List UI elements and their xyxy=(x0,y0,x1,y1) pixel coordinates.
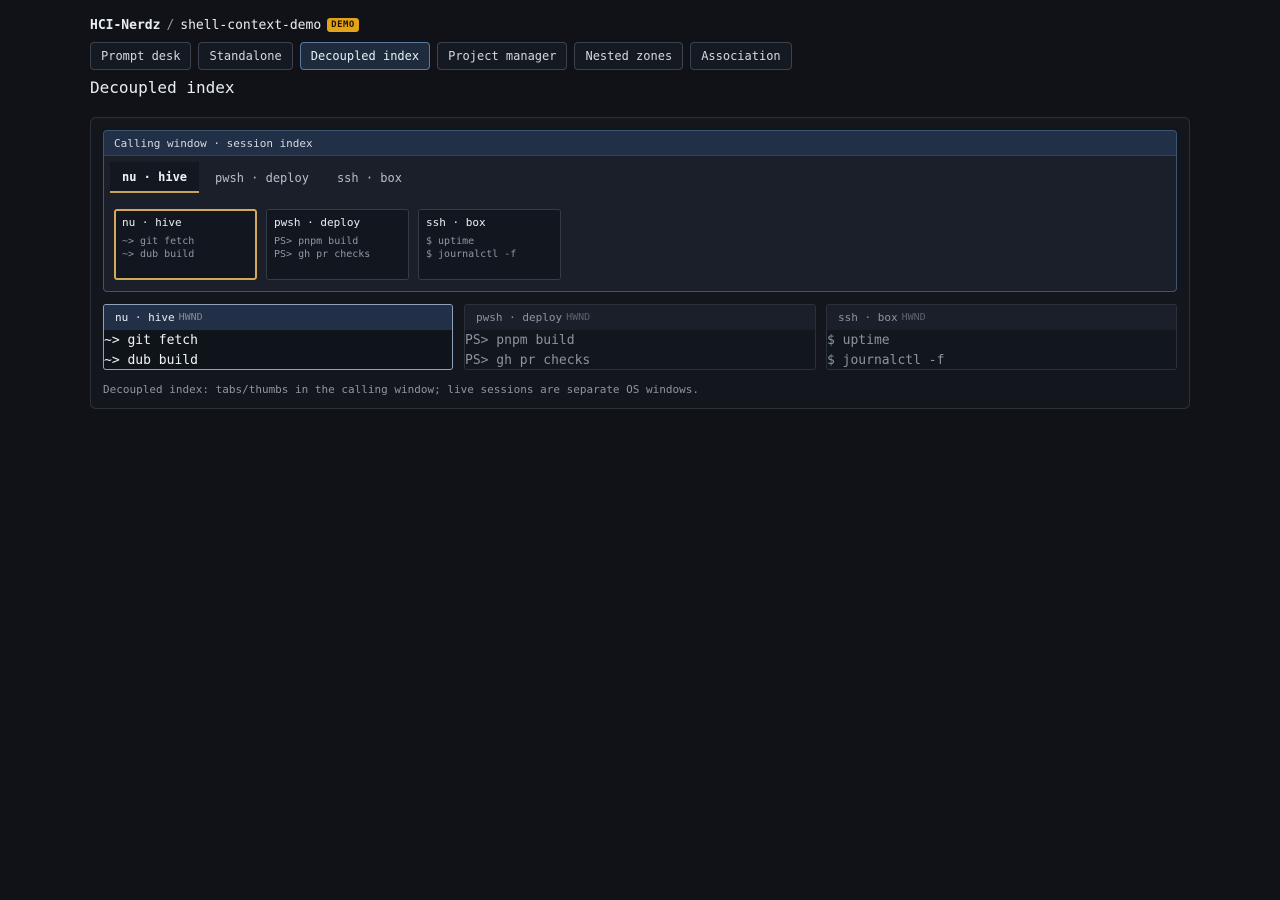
breadcrumb-separator: / xyxy=(166,17,175,33)
hwnd-window-nu-hive[interactable]: nu · hive HWND ~> git fetch ~> dub build xyxy=(103,304,453,370)
session-tab-pwsh-deploy[interactable]: pwsh · deploy xyxy=(203,162,321,193)
terminal-body[interactable]: ~> git fetch ~> dub build xyxy=(104,330,452,369)
hwnd-tag: HWND xyxy=(901,312,926,323)
thumb-line: ~> git fetch xyxy=(122,236,195,247)
session-tab-ssh-box[interactable]: ssh · box xyxy=(325,162,414,193)
terminal-line: ~> dub build xyxy=(104,353,198,368)
thumb-line: PS> pnpm build xyxy=(274,236,359,247)
session-tabs: nu · hive pwsh · deploy ssh · box xyxy=(110,162,418,193)
demo-panel: Calling window · session index nu · hive… xyxy=(90,117,1190,409)
tab-decoupled-index[interactable]: Decoupled index xyxy=(299,42,431,70)
terminal-body[interactable]: $ uptime $ journalctl -f xyxy=(827,330,1176,369)
thumb-line: $ journalctl -f xyxy=(426,249,517,260)
hwnd-window-title: pwsh · deploy xyxy=(476,311,563,324)
page-title: Decoupled index xyxy=(90,78,235,97)
breadcrumb-repo[interactable]: shell-context-demo xyxy=(180,18,321,33)
hwnd-tag: HWND xyxy=(178,312,203,323)
thumb-title: nu · hive xyxy=(122,216,182,229)
tab-association[interactable]: Association xyxy=(690,42,792,70)
thumb-line: ~> dub build xyxy=(122,249,195,260)
tab-nested-zones[interactable]: Nested zones xyxy=(574,42,684,70)
calling-window-header: Calling window · session index xyxy=(104,131,1176,156)
tab-project-manager[interactable]: Project manager xyxy=(437,42,568,70)
hwnd-windows: nu · hive HWND ~> git fetch ~> dub build… xyxy=(103,304,1177,370)
terminal-line: PS> pnpm build xyxy=(465,333,575,348)
thumb-ssh-box[interactable]: ssh · box $ uptime $ journalctl -f xyxy=(418,209,561,280)
hwnd-tag: HWND xyxy=(566,312,591,323)
hwnd-window-title: ssh · box xyxy=(838,311,898,324)
nav-tabs: Prompt desk Standalone Decoupled index P… xyxy=(90,42,792,70)
hwnd-window-titlebar[interactable]: nu · hive HWND xyxy=(104,305,452,330)
terminal-line: PS> gh pr checks xyxy=(465,353,591,368)
thumb-title: ssh · box xyxy=(426,216,486,229)
footnote: Decoupled index: tabs/thumbs in the call… xyxy=(103,383,700,396)
tab-prompt-desk[interactable]: Prompt desk xyxy=(90,42,192,70)
thumb-line: $ uptime xyxy=(426,236,475,247)
thumb-title: pwsh · deploy xyxy=(274,216,361,229)
breadcrumb-org[interactable]: HCI-Nerdz xyxy=(90,18,160,33)
thumb-nu-hive[interactable]: nu · hive ~> git fetch ~> dub build xyxy=(114,209,257,280)
session-thumbnails: nu · hive ~> git fetch ~> dub build pwsh… xyxy=(114,209,561,280)
terminal-line: $ uptime xyxy=(827,333,890,348)
terminal-line: ~> git fetch xyxy=(104,333,198,348)
hwnd-window-titlebar[interactable]: ssh · box HWND xyxy=(827,305,1176,330)
tab-standalone[interactable]: Standalone xyxy=(198,42,293,70)
terminal-body[interactable]: PS> pnpm build PS> gh pr checks xyxy=(465,330,815,369)
thumb-line: PS> gh pr checks xyxy=(274,249,371,260)
demo-badge: DEMO xyxy=(327,18,359,32)
breadcrumb: HCI-Nerdz / shell-context-demo DEMO xyxy=(90,16,359,34)
hwnd-window-ssh-box[interactable]: ssh · box HWND $ uptime $ journalctl -f xyxy=(826,304,1177,370)
terminal-line: $ journalctl -f xyxy=(827,353,945,368)
hwnd-window-titlebar[interactable]: pwsh · deploy HWND xyxy=(465,305,815,330)
thumb-pwsh-deploy[interactable]: pwsh · deploy PS> pnpm build PS> gh pr c… xyxy=(266,209,409,280)
calling-window: Calling window · session index nu · hive… xyxy=(103,130,1177,292)
session-tab-nu-hive[interactable]: nu · hive xyxy=(110,162,200,193)
hwnd-window-pwsh-deploy[interactable]: pwsh · deploy HWND PS> pnpm build PS> gh… xyxy=(464,304,816,370)
hwnd-window-title: nu · hive xyxy=(115,311,175,324)
